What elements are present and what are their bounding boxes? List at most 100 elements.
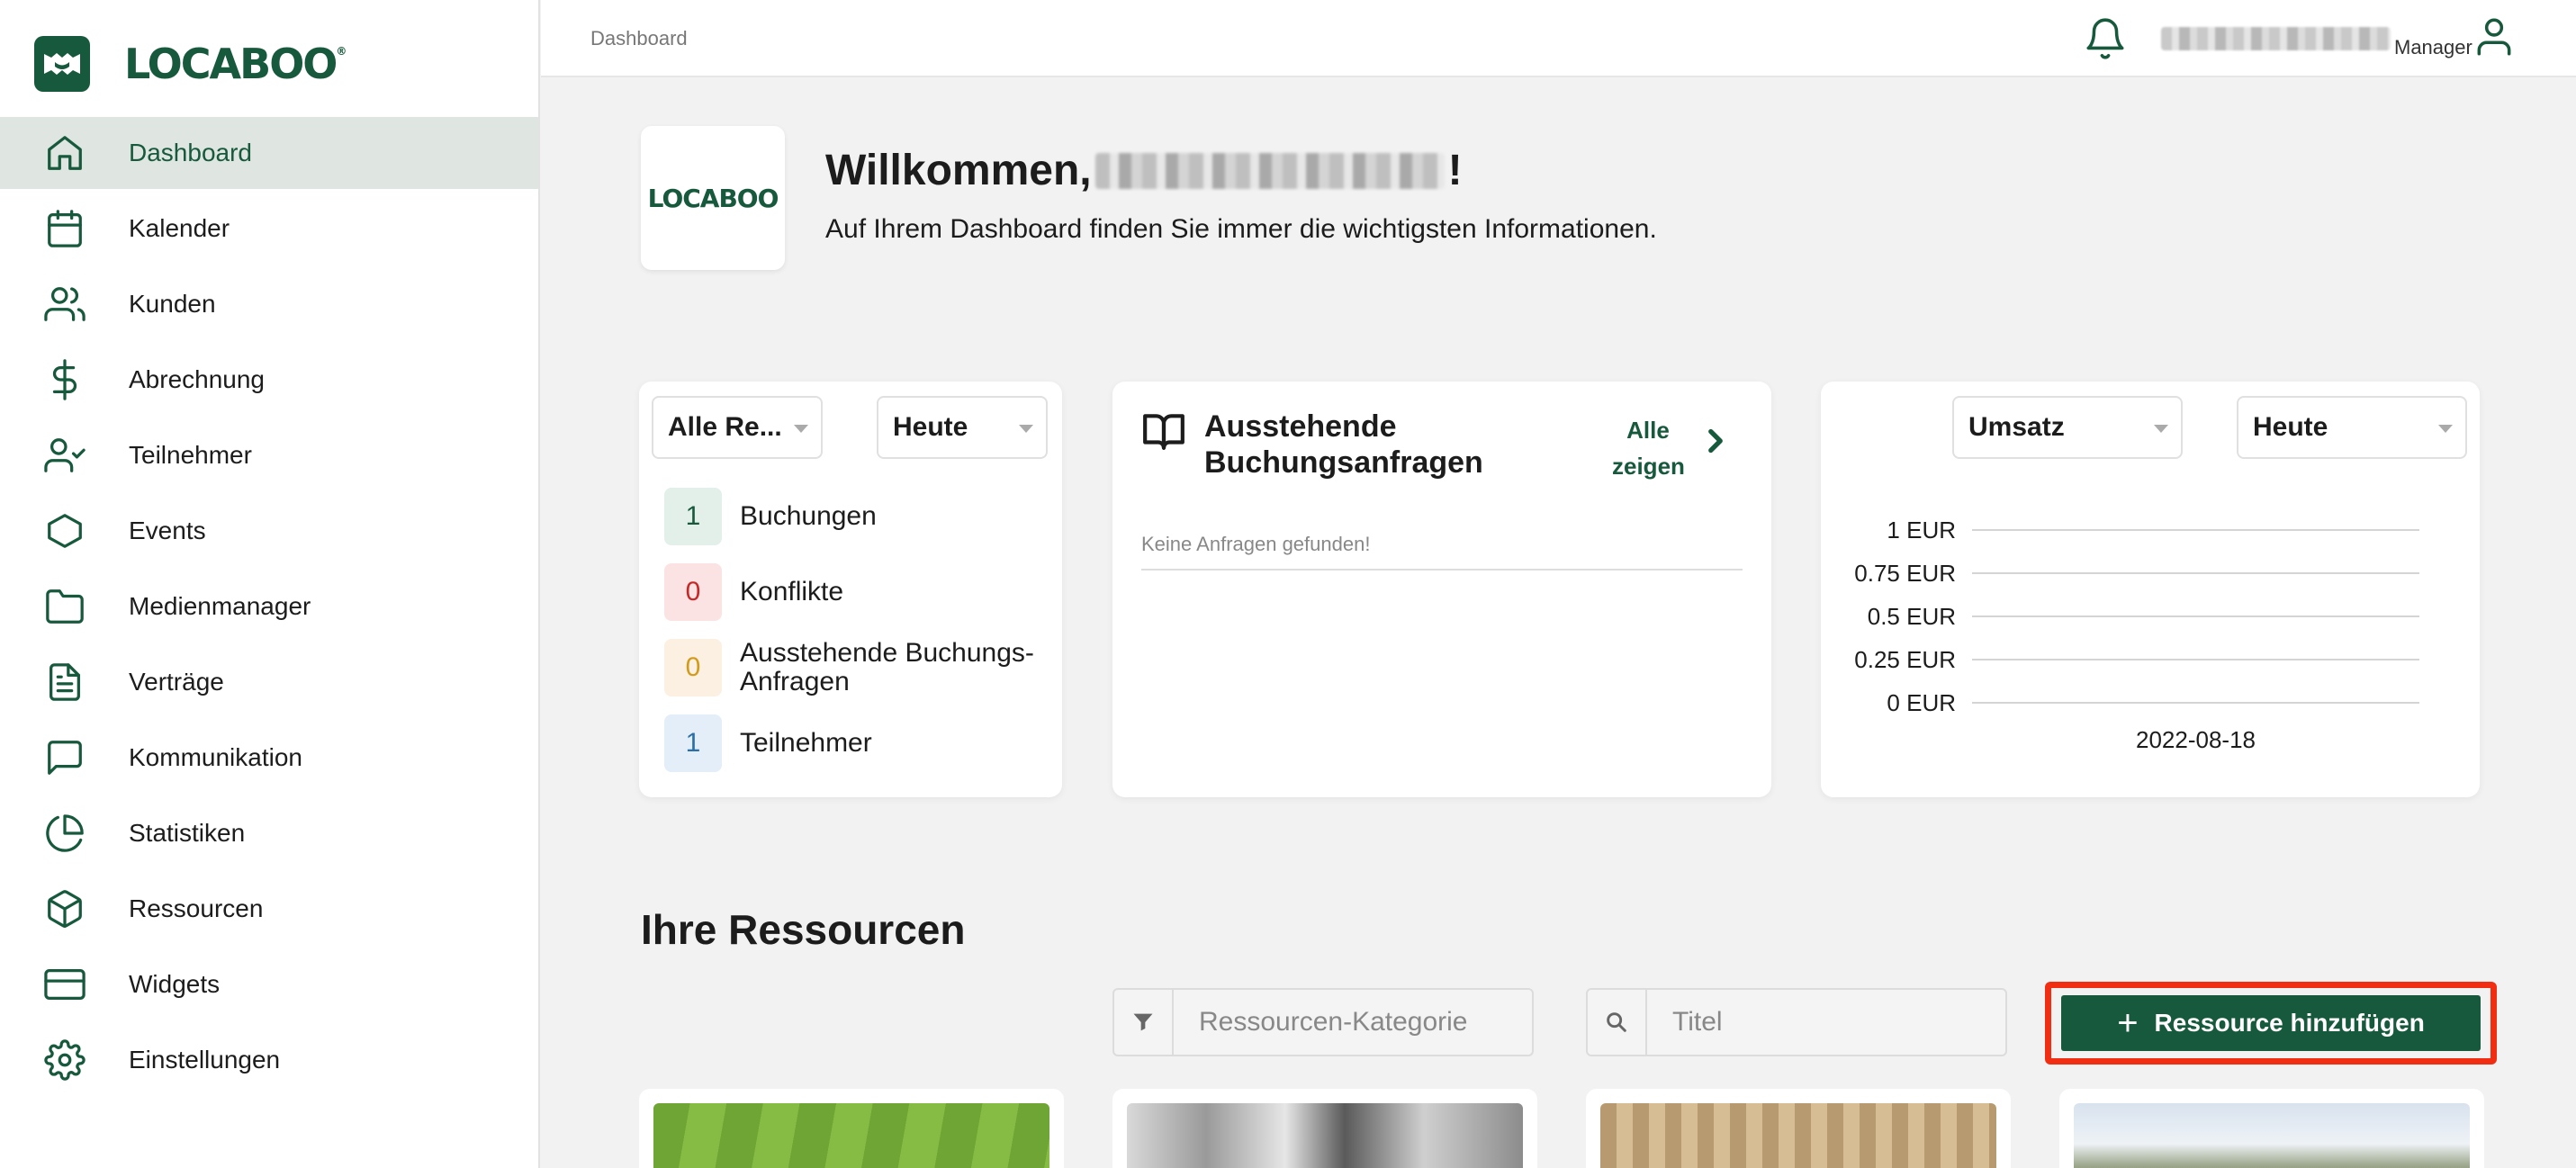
bell-icon[interactable]: [2083, 16, 2128, 61]
calendar-icon: [41, 205, 88, 252]
chevron-right-icon[interactable]: [1707, 428, 1725, 454]
sidebar-item-label: Medienmanager: [129, 592, 311, 620]
welcome-subtitle: Auf Ihrem Dashboard finden Sie immer die…: [825, 214, 1657, 244]
sidebar-item-medienmanager[interactable]: Medienmanager: [0, 571, 538, 642]
sidebar-item-label: Teilnehmer: [129, 441, 252, 469]
hexagon-icon: [41, 508, 88, 554]
y-tick-label: 0.25 EUR: [1854, 646, 1956, 673]
stat-conflicts[interactable]: 0 Konflikte: [664, 563, 843, 621]
sidebar-item-kunden[interactable]: Kunden: [0, 268, 538, 340]
box-icon: [41, 885, 88, 932]
user-icon[interactable]: [2472, 14, 2517, 59]
sidebar-item-label: Events: [129, 517, 206, 544]
sidebar-item-widgets[interactable]: Widgets: [0, 948, 538, 1020]
sidebar-item-label: Kunden: [129, 290, 216, 318]
revenue-chart: 1 EUR 0.75 EUR 0.5 EUR 0.25 EUR 0 EUR 2022-08…: [1854, 517, 2419, 753]
add-resource-button[interactable]: + Ressource hinzufügen: [2061, 995, 2481, 1051]
resource-image: [1600, 1103, 1996, 1168]
sidebar-item-kalender[interactable]: Kalender: [0, 193, 538, 265]
breadcrumb[interactable]: Dashboard: [590, 27, 688, 50]
title-search[interactable]: [1586, 988, 2007, 1056]
requests-header: Ausstehende Buchungsanfragen: [1141, 409, 1483, 481]
user-name-redacted: [2161, 27, 2391, 50]
sidebar-item-label: Einstellungen: [129, 1046, 281, 1074]
plus-icon: +: [2117, 1003, 2139, 1043]
sidebar-item-einstellungen[interactable]: Einstellungen: [0, 1024, 538, 1096]
folder-icon: [41, 583, 88, 630]
resource-select[interactable]: Alle Re...: [652, 396, 823, 459]
company-logo: LOCABOO: [641, 126, 785, 270]
sidebar-item-label: Verträge: [129, 668, 224, 696]
y-tick-label: 1 EUR: [1887, 517, 1956, 544]
search-icon: [1588, 990, 1647, 1055]
sidebar-item-vertraege[interactable]: Verträge: [0, 646, 538, 718]
overview-card: Alle Re... Heute 1 Buchungen 0 Konflikte…: [639, 382, 1062, 797]
sidebar-item-abrechnung[interactable]: Abrechnung: [0, 344, 538, 416]
resource-card[interactable]: [1586, 1089, 2011, 1168]
settings-icon: [41, 1037, 88, 1083]
resource-card[interactable]: [1112, 1089, 1537, 1168]
sidebar-item-label: Widgets: [129, 970, 221, 998]
resources-title: Ihre Ressourcen: [641, 906, 966, 953]
sidebar-item-label: Kalender: [129, 214, 230, 242]
message-square-icon: [41, 734, 88, 781]
user-role: Manager: [2394, 36, 2472, 58]
sidebar-item-events[interactable]: Events: [0, 495, 538, 567]
count-badge: 0: [664, 639, 722, 696]
resource-image: [1127, 1103, 1523, 1168]
user-check-icon: [41, 432, 88, 479]
sidebar: LOCABOO® Dashboard Kalender Kunden Abrec…: [0, 0, 540, 1168]
home-icon: [41, 130, 88, 176]
stat-bookings[interactable]: 1 Buchungen: [664, 488, 877, 545]
top-bar: Dashboard Manager: [541, 0, 2576, 77]
sidebar-item-dashboard[interactable]: Dashboard: [0, 117, 538, 189]
stat-label: Teilnehmer: [740, 728, 872, 758]
period-select[interactable]: Heute: [877, 396, 1048, 459]
count-badge: 1: [664, 488, 722, 545]
brand-logo[interactable]: LOCABOO®: [34, 36, 347, 92]
sidebar-item-teilnehmer[interactable]: Teilnehmer: [0, 419, 538, 491]
file-text-icon: [41, 659, 88, 705]
user-name-redacted: [1094, 152, 1445, 189]
credit-card-icon: [41, 961, 88, 1008]
sidebar-item-ressourcen[interactable]: Ressourcen: [0, 873, 538, 945]
resource-image: [2074, 1103, 2470, 1168]
category-filter-input[interactable]: [1174, 990, 1516, 1055]
dollar-icon: [41, 356, 88, 403]
revenue-card: Umsatz Heute 1 EUR 0.75 EUR 0.5 EUR 0.25 EU…: [1821, 382, 2480, 797]
y-tick-label: 0.75 EUR: [1854, 560, 1956, 587]
stat-participants[interactable]: 1 Teilnehmer: [664, 714, 872, 772]
y-tick-label: 0.5 EUR: [1868, 603, 1956, 630]
sidebar-item-kommunikation[interactable]: Kommunikation: [0, 722, 538, 794]
stat-label: Konflikte: [740, 577, 844, 606]
logo-mark-icon: [34, 36, 90, 92]
empty-state-text: Keine Anfragen gefunden!: [1141, 533, 1743, 571]
resource-image: [653, 1103, 1049, 1168]
chevron-down-icon: [794, 425, 808, 433]
book-open-icon: [1141, 409, 1186, 481]
stat-pending-requests[interactable]: 0 Ausstehende Buchungs- Anfragen: [664, 639, 1034, 696]
count-badge: 0: [664, 563, 722, 621]
sidebar-item-label: Abrechnung: [129, 365, 266, 393]
welcome-title: Willkommen,!: [825, 147, 1463, 194]
resource-card[interactable]: [639, 1089, 1064, 1168]
show-all-link[interactable]: Alle zeigen: [1612, 412, 1685, 484]
sidebar-item-statistiken[interactable]: Statistiken: [0, 797, 538, 869]
sidebar-item-label: Statistiken: [129, 819, 246, 847]
sidebar-nav: Dashboard Kalender Kunden Abrechnung Tei…: [0, 117, 538, 1100]
sidebar-item-label: Ressourcen: [129, 894, 264, 922]
sidebar-item-label: Kommunikation: [129, 743, 302, 771]
x-tick-label: 2022-08-18: [2136, 726, 2256, 753]
requests-title: Ausstehende Buchungsanfragen: [1204, 409, 1483, 480]
pie-chart-icon: [41, 810, 88, 857]
brand-name: LOCABOO®: [124, 40, 347, 88]
resource-card[interactable]: [2059, 1089, 2484, 1168]
filter-icon: [1114, 990, 1174, 1055]
sidebar-item-label: Dashboard: [129, 139, 252, 166]
title-search-input[interactable]: [1647, 990, 1989, 1055]
chevron-down-icon: [1019, 425, 1033, 433]
count-badge: 1: [664, 714, 722, 772]
category-filter[interactable]: [1112, 988, 1534, 1056]
stat-label: Ausstehende Buchungs- Anfragen: [740, 638, 1034, 696]
pending-requests-card: Ausstehende Buchungsanfragen Alle zeigen…: [1112, 382, 1771, 797]
